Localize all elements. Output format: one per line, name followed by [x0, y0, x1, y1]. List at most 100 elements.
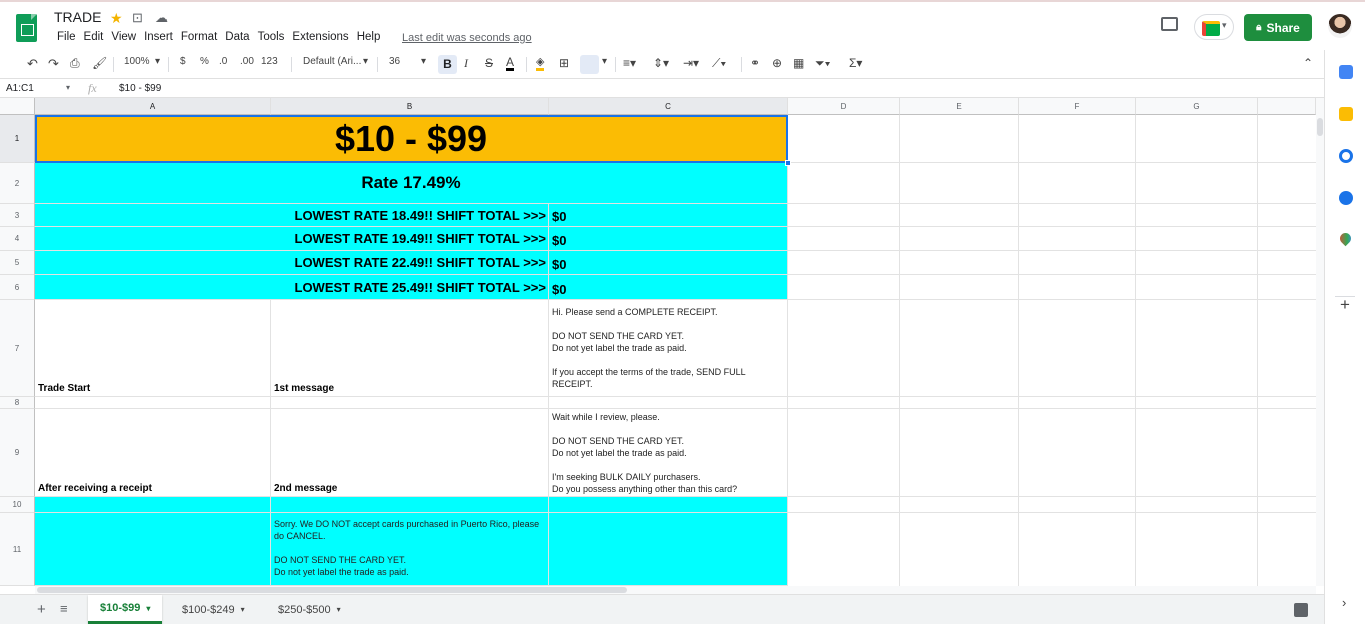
horizontal-align-icon[interactable]: ≡▾ — [623, 56, 636, 70]
text-wrap-icon[interactable]: ⇥▾ — [683, 56, 699, 70]
empty-cell[interactable] — [35, 513, 271, 586]
column-header-g[interactable]: G — [1136, 98, 1258, 115]
document-title[interactable]: TRADE — [54, 9, 101, 25]
title-cell[interactable]: $10 - $99 — [35, 115, 788, 163]
empty-cell[interactable] — [549, 513, 788, 586]
calendar-icon[interactable] — [1339, 65, 1353, 79]
menu-extensions[interactable]: Extensions — [288, 31, 352, 43]
row-header-4[interactable]: 4 — [0, 227, 35, 251]
font-size-select[interactable]: 36 — [389, 56, 400, 67]
add-sheet-icon[interactable]: + — [37, 601, 46, 618]
keep-icon[interactable] — [1339, 107, 1353, 121]
menu-help[interactable]: Help — [353, 31, 385, 43]
shift-label-cell[interactable]: LOWEST RATE 18.49!! SHIFT TOTAL >>> — [35, 204, 549, 227]
row-header-5[interactable]: 5 — [0, 251, 35, 275]
trade-start-cell[interactable]: Trade Start — [35, 300, 271, 397]
insert-comment-icon[interactable]: ⊕ — [772, 56, 782, 70]
rate-cell[interactable]: Rate 17.49% — [35, 163, 788, 204]
more-formats-button[interactable]: 123 — [261, 56, 278, 67]
column-header-e[interactable]: E — [900, 98, 1019, 115]
empty-cell[interactable] — [35, 497, 271, 513]
shift-total-cell[interactable]: $0 — [549, 275, 788, 300]
select-all-corner[interactable] — [0, 98, 35, 115]
shift-label-cell[interactable]: LOWEST RATE 25.49!! SHIFT TOTAL >>> — [35, 275, 549, 300]
undo-icon[interactable]: ↶ — [27, 56, 38, 72]
print-icon[interactable]: ⎙ — [70, 56, 80, 71]
last-edit-link[interactable]: Last edit was seconds ago — [402, 32, 532, 44]
comment-history-icon[interactable] — [1161, 17, 1178, 31]
paint-format-icon[interactable]: 🖌︎ — [92, 56, 107, 70]
spreadsheet-grid[interactable]: A B C D E F G 1 2 3 4 5 6 7 8 9 10 11 $1… — [0, 98, 1316, 586]
menu-tools[interactable]: Tools — [254, 31, 289, 43]
move-folder-icon[interactable]: ⊡ — [132, 10, 143, 26]
column-header-a[interactable]: A — [35, 98, 271, 115]
avatar[interactable] — [1328, 14, 1352, 38]
chevron-right-icon[interactable]: › — [1342, 595, 1346, 610]
chevron-down-icon[interactable]: ▾ — [66, 83, 70, 92]
shift-label-cell[interactable]: LOWEST RATE 22.49!! SHIFT TOTAL >>> — [35, 251, 549, 275]
formula-input[interactable]: $10 - $99 — [119, 83, 161, 94]
all-sheets-icon[interactable]: ≡ — [60, 601, 68, 616]
get-addons-icon[interactable]: + — [1340, 295, 1350, 315]
row-header-6[interactable]: 6 — [0, 275, 35, 300]
first-message-label-cell[interactable]: 1st message — [271, 300, 549, 397]
row-header-11[interactable]: 11 — [0, 513, 35, 586]
shift-total-cell[interactable]: $0 — [549, 204, 788, 227]
share-button[interactable]: 🔒︎ Share — [1244, 14, 1312, 41]
empty-cell[interactable] — [549, 397, 788, 409]
bold-button[interactable]: B — [438, 55, 457, 74]
zoom-select[interactable]: 100% — [124, 56, 150, 67]
tab-sheet-250-500[interactable]: $250-$500 ▾ — [278, 595, 341, 624]
empty-cell[interactable] — [35, 397, 271, 409]
row-header-10[interactable]: 10 — [0, 497, 35, 513]
column-header-f[interactable]: F — [1019, 98, 1136, 115]
shift-total-cell[interactable]: $0 — [549, 251, 788, 275]
sheets-logo-icon[interactable] — [16, 14, 37, 42]
second-message-label-cell[interactable]: 2nd message — [271, 409, 549, 497]
collapse-menu-icon[interactable]: ⌃ — [1303, 56, 1313, 70]
vertical-scrollbar[interactable] — [1316, 98, 1324, 586]
empty-cell[interactable] — [271, 497, 549, 513]
merge-cells-button[interactable] — [580, 55, 599, 74]
second-message-cell[interactable]: Wait while I review, please. DO NOT SEND… — [549, 409, 788, 497]
percent-button[interactable]: % — [200, 56, 209, 67]
tab-sheet-10-99[interactable]: $10-$99 ▾ — [88, 595, 163, 624]
menu-insert[interactable]: Insert — [140, 31, 177, 43]
italic-button[interactable]: I — [464, 56, 468, 71]
tab-sheet-100-249[interactable]: $100-$249 ▾ — [182, 595, 245, 624]
row-header-9[interactable]: 9 — [0, 409, 35, 497]
horizontal-scrollbar[interactable] — [35, 586, 1316, 594]
fill-color-icon[interactable]: ◈ — [536, 56, 545, 71]
menu-format[interactable]: Format — [177, 31, 221, 43]
menu-edit[interactable]: Edit — [80, 31, 108, 43]
row-header-8[interactable]: 8 — [0, 397, 35, 409]
column-header-b[interactable]: B — [271, 98, 549, 115]
meet-button[interactable] — [1194, 14, 1234, 40]
strikethrough-button[interactable]: S — [485, 56, 493, 70]
text-color-button[interactable]: A — [506, 56, 515, 71]
menu-file[interactable]: File — [53, 31, 80, 43]
explore-icon[interactable] — [1294, 603, 1308, 617]
redo-icon[interactable]: ↷ — [48, 56, 59, 72]
functions-icon[interactable]: Σ▾ — [849, 56, 862, 70]
name-box[interactable]: A1:C1 — [6, 83, 34, 94]
maps-icon[interactable] — [1337, 230, 1354, 247]
shift-total-cell[interactable]: $0 — [549, 227, 788, 251]
vertical-align-icon[interactable]: ⇕▾ — [653, 56, 669, 70]
menu-view[interactable]: View — [107, 31, 140, 43]
column-header-h[interactable] — [1258, 98, 1316, 115]
puerto-rico-message-cell[interactable]: Sorry. We DO NOT accept cards purchased … — [271, 513, 549, 586]
row-header-2[interactable]: 2 — [0, 163, 35, 204]
insert-chart-icon[interactable]: ▦ — [793, 56, 804, 70]
filter-icon[interactable]: ⏷▾ — [815, 56, 830, 71]
column-header-d[interactable]: D — [788, 98, 900, 115]
after-receipt-cell[interactable]: After receiving a receipt — [35, 409, 271, 497]
row-header-1[interactable]: 1 — [0, 115, 35, 163]
row-header-7[interactable]: 7 — [0, 300, 35, 397]
decrease-decimal-button[interactable]: .0 — [219, 56, 227, 67]
menu-data[interactable]: Data — [221, 31, 253, 43]
text-rotate-icon[interactable]: ⟋▾ — [712, 56, 726, 71]
borders-icon[interactable]: ⊞ — [559, 56, 569, 70]
row-header-3[interactable]: 3 — [0, 204, 35, 227]
star-icon[interactable]: ★ — [110, 10, 123, 27]
